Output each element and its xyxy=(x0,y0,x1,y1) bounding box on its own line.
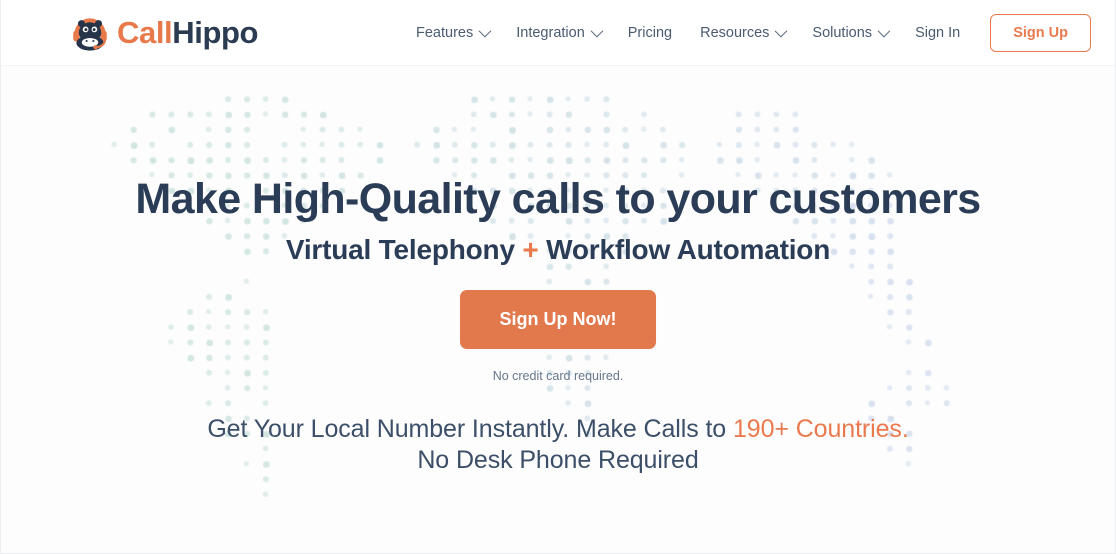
subheadline-part2: Workflow Automation xyxy=(538,234,831,265)
tagline-highlight-countries: 190+ Countries. xyxy=(732,415,909,443)
nav-item-solutions[interactable]: Solutions xyxy=(798,0,901,65)
landing-page: CallHippo Features Integration Pricing R… xyxy=(0,0,1116,554)
hero-tagline: Get Your Local Number Instantly. Make Ca… xyxy=(1,414,1115,477)
nav-label-integration: Integration xyxy=(516,24,585,41)
no-credit-card-note: No credit card required. xyxy=(492,369,624,383)
tagline-line-1: Get Your Local Number Instantly. Make Ca… xyxy=(1,414,1115,445)
nav-label-sign-in: Sign In xyxy=(915,24,961,41)
nav-label-features: Features xyxy=(416,24,474,41)
hero-content: Make High-Quality calls to your customer… xyxy=(1,66,1115,553)
hippo-headset-icon xyxy=(73,17,107,51)
hero-subheadline: Virtual Telephony + Workflow Automation xyxy=(1,234,1115,266)
nav-item-pricing[interactable]: Pricing xyxy=(614,0,686,65)
sign-up-now-button[interactable]: Sign Up Now! xyxy=(459,290,657,349)
cta-wrapper: Sign Up Now! xyxy=(1,290,1115,349)
chevron-down-icon xyxy=(590,24,604,38)
logo[interactable]: CallHippo xyxy=(67,0,258,65)
nav-item-features[interactable]: Features xyxy=(402,0,502,65)
main-navigation: Features Integration Pricing Resources S… xyxy=(402,0,1101,65)
tagline-text: Get Your Local Number Instantly. Make Ca… xyxy=(207,415,733,443)
logo-text: CallHippo xyxy=(117,15,258,51)
hero-headline: Make High-Quality calls to your customer… xyxy=(135,175,981,223)
subheadline-part1: Virtual Telephony xyxy=(285,234,523,265)
nav-item-sign-in[interactable]: Sign In xyxy=(901,0,974,65)
nav-label-solutions: Solutions xyxy=(812,24,873,41)
subheadline-plus: + xyxy=(522,234,539,265)
nav-label-resources: Resources xyxy=(700,24,770,41)
tagline-line-2: No Desk Phone Required xyxy=(417,446,699,475)
logo-text-call: Call xyxy=(117,14,173,50)
hero-section: Make High-Quality calls to your customer… xyxy=(1,66,1115,553)
chevron-down-icon xyxy=(478,24,492,38)
nav-label-pricing: Pricing xyxy=(627,24,673,41)
chevron-down-icon xyxy=(877,24,891,38)
nav-item-resources[interactable]: Resources xyxy=(686,0,798,65)
chevron-down-icon xyxy=(774,24,788,38)
logo-text-hippo: Hippo xyxy=(172,14,259,50)
sign-up-button[interactable]: Sign Up xyxy=(990,13,1091,52)
nav-item-integration[interactable]: Integration xyxy=(502,0,614,65)
site-header: CallHippo Features Integration Pricing R… xyxy=(1,0,1115,66)
